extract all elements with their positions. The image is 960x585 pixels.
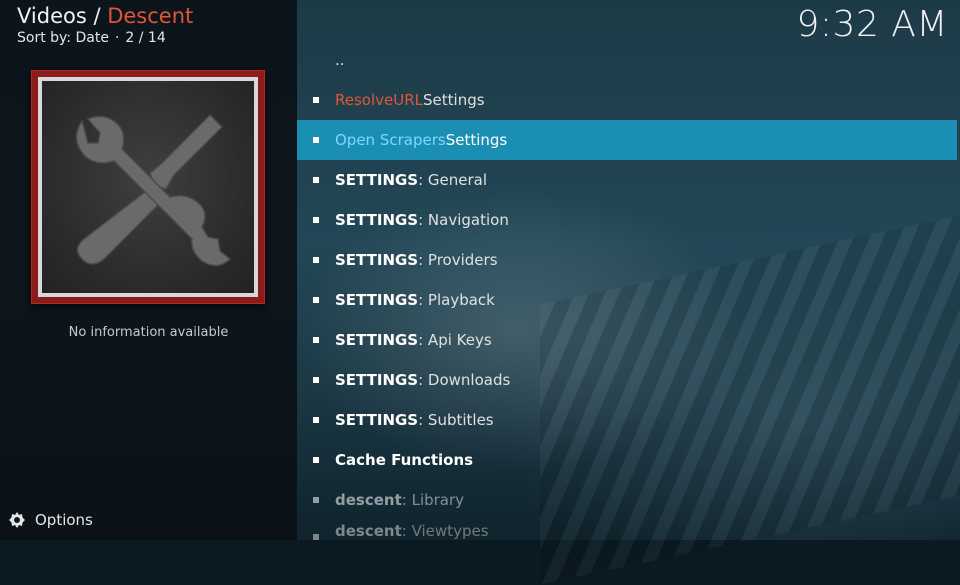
- options-icon: [8, 511, 26, 529]
- item-rest: Settings: [423, 91, 485, 109]
- section-name: Videos: [17, 4, 87, 28]
- bullet-icon: [313, 297, 319, 303]
- item-key: Cache Functions: [335, 451, 474, 469]
- item-key: SETTINGS: [335, 331, 419, 349]
- list-item-settings-navigation[interactable]: SETTINGS : Navigation: [297, 200, 957, 240]
- bullet-icon: [313, 457, 319, 463]
- list-item-settings-api-keys[interactable]: SETTINGS : Api Keys: [297, 320, 957, 360]
- item-rest: : Library: [401, 491, 465, 509]
- bullet-icon: [313, 377, 319, 383]
- bullet-icon: [313, 257, 319, 263]
- list-item-descent-library[interactable]: descent : Library: [297, 480, 957, 520]
- sort-info: Sort by: Date · 2 / 14: [17, 30, 193, 46]
- item-key: SETTINGS: [335, 171, 419, 189]
- list-item-settings-downloads[interactable]: SETTINGS : Downloads: [297, 360, 957, 400]
- list-item-resolveurl-settings[interactable]: ResolveURL Settings: [297, 80, 957, 120]
- item-rest: : Downloads: [418, 371, 511, 389]
- item-rest: Settings: [445, 131, 508, 149]
- breadcrumb: Videos / Descent Sort by: Date · 2 / 14: [17, 3, 193, 46]
- sort-dot: ·: [114, 30, 120, 46]
- item-position: 2 / 14: [125, 30, 166, 46]
- sort-label: Sort by: Date: [17, 30, 109, 46]
- thumbnail-frame: [31, 70, 265, 304]
- bullet-icon: [313, 337, 319, 343]
- item-rest: : Api Keys: [418, 331, 492, 349]
- item-key: Open Scrapers: [335, 131, 446, 149]
- bullet-icon: [313, 497, 319, 503]
- list-item-settings-general[interactable]: SETTINGS : General: [297, 160, 957, 200]
- item-key: descent: [335, 491, 402, 509]
- addon-menu-list: .. ResolveURL Settings Open Scrapers Set…: [297, 40, 957, 540]
- list-item-settings-providers[interactable]: SETTINGS : Providers: [297, 240, 957, 280]
- page-title: Videos / Descent: [17, 3, 193, 29]
- list-item-cache-functions[interactable]: Cache Functions: [297, 440, 957, 480]
- item-rest: : Playback: [418, 291, 495, 309]
- list-item-settings-subtitles[interactable]: SETTINGS : Subtitles: [297, 400, 957, 440]
- item-key: descent: [335, 522, 402, 540]
- no-info-text: No information available: [68, 325, 229, 340]
- list-item-open-scrapers-settings[interactable]: Open Scrapers Settings: [297, 120, 957, 160]
- item-key: SETTINGS: [335, 251, 419, 269]
- item-key: ResolveURL: [335, 91, 424, 109]
- bullet-icon: [313, 534, 319, 540]
- item-rest: : Providers: [418, 251, 498, 269]
- parent-folder-label: ..: [335, 51, 345, 69]
- item-key: SETTINGS: [335, 371, 419, 389]
- item-rest: : Subtitles: [418, 411, 494, 429]
- list-item-parent[interactable]: ..: [297, 40, 957, 80]
- list-item-descent-viewtypes[interactable]: descent : Viewtypes: [297, 520, 957, 540]
- bullet-icon: [313, 217, 319, 223]
- thumbnail-border: [38, 77, 258, 297]
- item-key: SETTINGS: [335, 291, 419, 309]
- info-panel: Videos / Descent Sort by: Date · 2 / 14 No…: [0, 0, 297, 540]
- item-key: SETTINGS: [335, 411, 419, 429]
- options-label: Options: [35, 511, 93, 529]
- bullet-icon: [313, 417, 319, 423]
- item-rest: : Navigation: [418, 211, 509, 229]
- item-key: SETTINGS: [335, 211, 419, 229]
- tools-wrench-screwdriver-icon: [42, 81, 254, 293]
- bullet-icon: [313, 97, 319, 103]
- item-rest: : General: [418, 171, 488, 189]
- list-item-settings-playback[interactable]: SETTINGS : Playback: [297, 280, 957, 320]
- bullet-icon: [313, 137, 319, 143]
- bullet-icon: [313, 177, 319, 183]
- item-rest: : Viewtypes: [401, 522, 489, 540]
- breadcrumb-separator: /: [86, 4, 108, 28]
- options-button[interactable]: Options: [8, 511, 93, 529]
- addon-name: Descent: [107, 4, 194, 28]
